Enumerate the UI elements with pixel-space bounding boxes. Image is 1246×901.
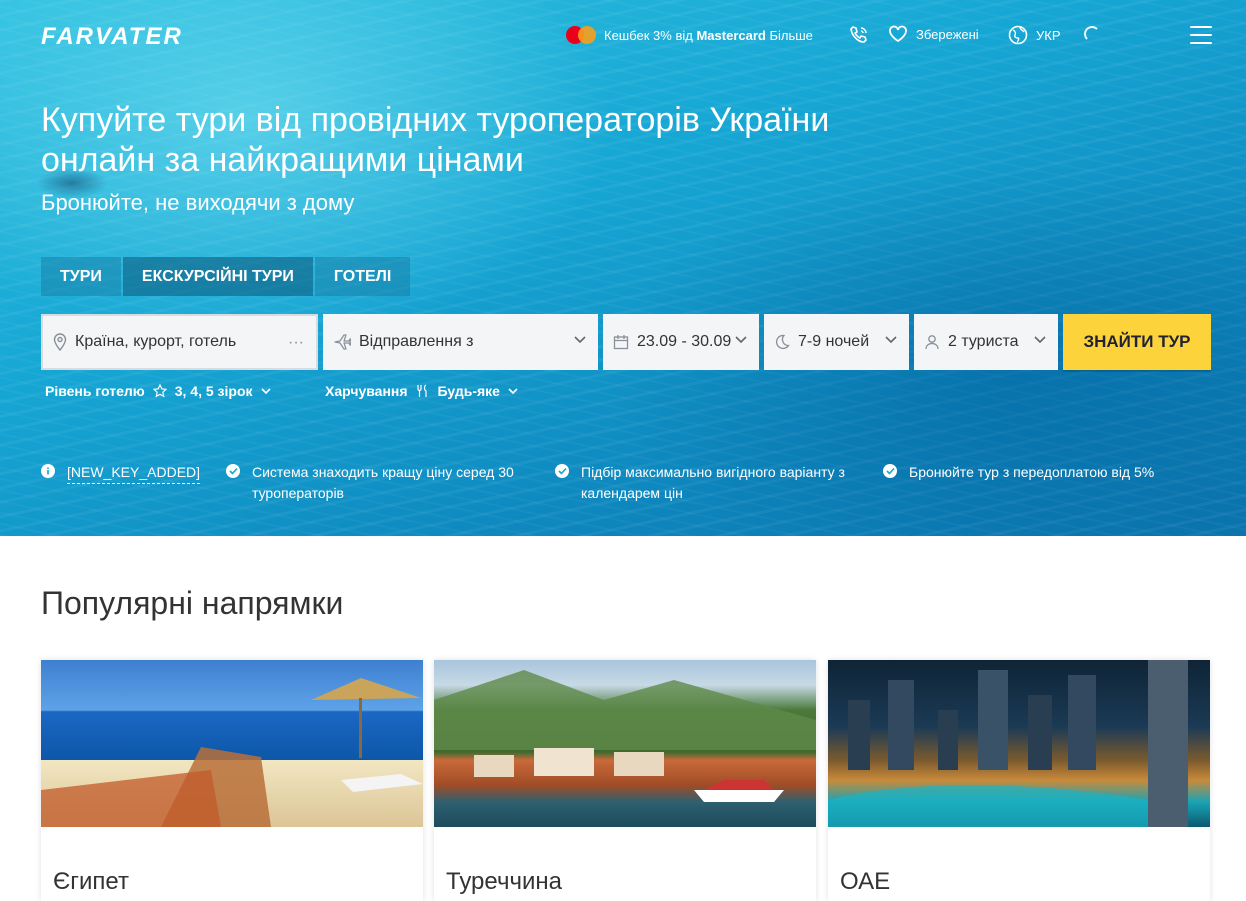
destination-name: ОАЕ (840, 868, 891, 895)
destination-placeholder: Країна, курорт, готель (75, 333, 237, 350)
saved-link[interactable]: Збережені (888, 25, 979, 43)
hero-title: Купуйте тури від провідних туроператорів… (41, 101, 830, 179)
more-dots-icon[interactable]: ··· (288, 334, 304, 352)
hero-section: FARVATER Кешбек 3% від Mastercard Більше… (0, 0, 1246, 536)
chevron-down-icon (885, 336, 897, 344)
chevron-down-icon (735, 336, 747, 344)
loading-spinner-icon (1084, 26, 1100, 42)
nights-select[interactable]: 7-9 ночей (764, 314, 909, 370)
language-label: УКР (1036, 27, 1061, 43)
cashback-promo[interactable]: Кешбек 3% від Mastercard Більше (566, 26, 813, 44)
tourists-select[interactable]: 2 туриста (914, 314, 1058, 370)
hotel-level-filter[interactable]: Рівень готелю 3, 4, 5 зірок (45, 383, 271, 399)
site-logo[interactable]: FARVATER (41, 23, 183, 51)
phone-icon[interactable] (849, 25, 869, 45)
meals-filter[interactable]: Харчування Будь-яке (325, 383, 518, 399)
popular-destinations-title: Популярні напрямки (41, 585, 344, 621)
tab-excursion-tours[interactable]: ЕКСКУРСІЙНІ ТУРИ (122, 257, 313, 296)
nights-value: 7-9 ночей (798, 333, 870, 350)
destination-image (828, 660, 1210, 827)
feature-item: Підбір максимально вигідного варіанту з … (555, 462, 865, 504)
dates-picker[interactable]: 23.09 - 30.09 (603, 314, 759, 370)
chevron-down-icon (260, 387, 271, 394)
star-icon (152, 384, 167, 398)
feature-text: Бронюйте тур з передоплатою від 5% (909, 464, 1155, 480)
feature-item: Система знаходить кращу ціну серед 30 ту… (226, 462, 531, 504)
info-icon (41, 464, 55, 478)
feature-text: Підбір максимально вигідного варіанту з … (581, 464, 845, 501)
globe-icon (1008, 25, 1028, 45)
hero-subtitle: Бронюйте, не виходячи з дому (41, 190, 355, 215)
cutlery-icon (416, 384, 427, 397)
meals-value: Будь-яке (437, 383, 500, 399)
calendar-icon (613, 335, 629, 350)
destination-card-egypt[interactable]: Єгипет (41, 660, 423, 901)
promo-text: Кешбек 3% від Mastercard Більше (604, 27, 813, 43)
hotel-level-label: Рівень готелю (45, 383, 145, 399)
top-navigation: FARVATER Кешбек 3% від Mastercard Більше… (0, 0, 1246, 70)
chevron-down-icon (508, 387, 518, 394)
person-icon (925, 335, 939, 350)
destination-input[interactable]: Країна, курорт, готель ··· (41, 314, 318, 370)
mastercard-icon (566, 26, 596, 44)
check-circle-icon (226, 464, 240, 478)
dates-value: 23.09 - 30.09 (637, 333, 732, 350)
departure-select[interactable]: Відправлення з (323, 314, 598, 370)
moon-icon (775, 334, 790, 350)
destination-card-turkey[interactable]: Туреччина (434, 660, 816, 901)
tourists-value: 2 туриста (948, 333, 1019, 350)
heart-icon (889, 25, 907, 43)
feature-link[interactable]: [NEW_KEY_ADDED] (67, 462, 201, 484)
feature-text: Система знаходить кращу ціну серед 30 ту… (252, 464, 514, 501)
language-switcher[interactable]: УКР (1008, 25, 1061, 45)
tab-hotels[interactable]: ГОТЕЛІ (314, 257, 411, 296)
feature-item: Бронюйте тур з передоплатою від 5% (883, 462, 1203, 483)
chevron-down-icon (574, 336, 586, 344)
saved-label: Збережені (916, 26, 979, 42)
destination-name: Туреччина (446, 868, 562, 895)
plane-icon (334, 334, 351, 350)
destination-image (434, 660, 816, 827)
destination-name: Єгипет (53, 868, 129, 895)
location-pin-icon (53, 333, 67, 351)
search-tabs: ТУРИ ЕКСКУРСІЙНІ ТУРИ ГОТЕЛІ (41, 257, 412, 296)
feature-item: [NEW_KEY_ADDED] (41, 462, 211, 484)
meals-label: Харчування (325, 383, 408, 399)
menu-icon[interactable] (1190, 26, 1212, 44)
hotel-level-value: 3, 4, 5 зірок (174, 383, 253, 399)
tab-tours[interactable]: ТУРИ (41, 257, 121, 296)
destination-image (41, 660, 423, 827)
check-circle-icon (555, 464, 569, 478)
check-circle-icon (883, 464, 897, 478)
destination-card-uae[interactable]: ОАЕ (828, 660, 1210, 901)
departure-placeholder: Відправлення з (359, 333, 474, 350)
chevron-down-icon (1034, 336, 1046, 344)
find-tour-button[interactable]: ЗНАЙТИ ТУР (1063, 314, 1211, 370)
